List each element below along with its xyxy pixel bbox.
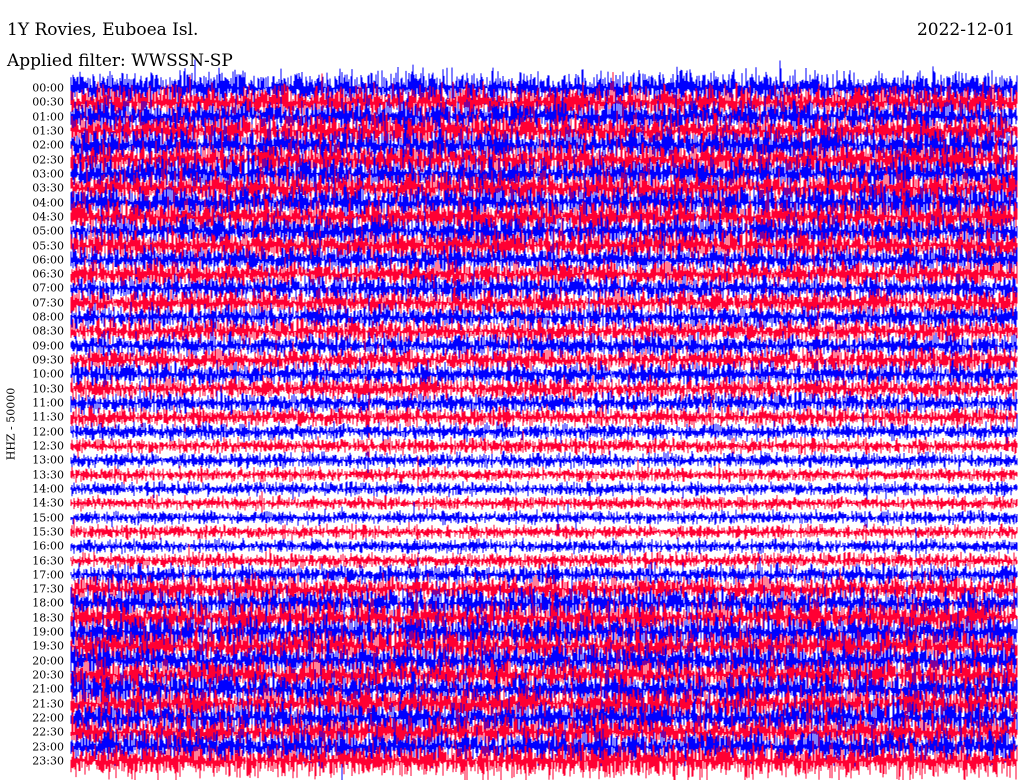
trace-row-1530	[70, 518, 1018, 544]
filter-label: Applied filter: WWSSN-SP	[7, 51, 233, 71]
helicorder-plot	[70, 59, 1018, 780]
